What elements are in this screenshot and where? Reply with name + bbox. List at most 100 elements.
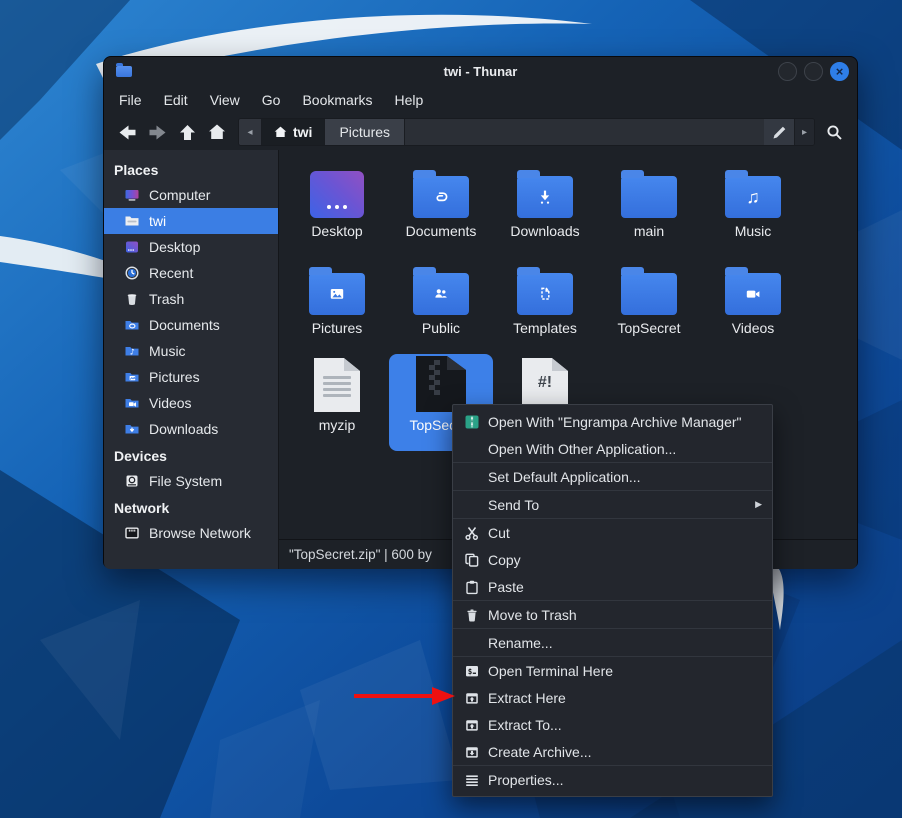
sidebar-item-pictures[interactable]: Pictures (104, 364, 278, 390)
path-button-current[interactable]: twi (262, 119, 324, 145)
window-title: twi - Thunar (104, 64, 857, 79)
sidebar-header-places: Places (104, 158, 278, 182)
titlebar[interactable]: twi - Thunar × (104, 57, 857, 86)
statusbar-text: "TopSecret.zip" | 600 by (289, 547, 432, 562)
home-button[interactable] (202, 118, 232, 146)
paste-icon (463, 578, 480, 595)
menu-bookmarks[interactable]: Bookmarks (291, 88, 383, 112)
menu-go[interactable]: Go (251, 88, 292, 112)
videos-folder-icon (725, 273, 781, 315)
sidebar-item-recent[interactable]: Recent (104, 260, 278, 286)
sidebar-item-videos[interactable]: Videos (104, 390, 278, 416)
file-templates[interactable]: Templates (493, 257, 597, 354)
sidebar-label: Browse Network (149, 525, 251, 541)
properties-icon (463, 771, 480, 788)
sidebar-item-trash[interactable]: Trash (104, 286, 278, 312)
menu-item-open-with-engrampa[interactable]: Open With "Engrampa Archive Manager" (453, 408, 772, 435)
menu-item-move-to-trash[interactable]: Move to Trash (453, 601, 772, 628)
pictures-folder-icon (124, 369, 140, 385)
close-button[interactable]: × (830, 62, 849, 81)
forward-button[interactable] (142, 118, 172, 146)
menubar: File Edit View Go Bookmarks Help (104, 86, 857, 114)
menu-item-extract-to[interactable]: Extract To... (453, 711, 772, 738)
maximize-button[interactable] (804, 62, 823, 81)
music-folder-icon: ♪ (124, 343, 140, 359)
file-videos[interactable]: Videos (701, 257, 805, 354)
menu-item-paste[interactable]: Paste (453, 573, 772, 600)
camera-glyph (744, 285, 762, 303)
path-scroll-right-button[interactable]: ▸ (794, 119, 814, 145)
search-button[interactable] (819, 118, 849, 146)
videos-folder-icon (124, 395, 140, 411)
menu-item-properties[interactable]: Properties... (453, 766, 772, 793)
download-glyph (536, 188, 554, 206)
computer-icon (124, 187, 140, 203)
file-music[interactable]: ♫ Music (701, 160, 805, 257)
menu-item-rename[interactable]: Rename... (453, 629, 772, 656)
file-documents[interactable]: Documents (389, 160, 493, 257)
cut-icon (463, 524, 480, 541)
file-topsecret-folder[interactable]: TopSecret (597, 257, 701, 354)
sidebar-label: Computer (149, 187, 210, 203)
file-desktop[interactable]: Desktop (285, 160, 389, 257)
text-file-icon (314, 358, 360, 412)
forward-icon (148, 124, 167, 141)
path-current-label: twi (293, 124, 312, 140)
sidebar-item-twi[interactable]: twi (104, 208, 278, 234)
menu-item-extract-here[interactable]: Extract Here (453, 684, 772, 711)
path-scroll-left-button[interactable]: ◂ (239, 119, 262, 145)
file-main[interactable]: main (597, 160, 701, 257)
sidebar-item-desktop[interactable]: Desktop (104, 234, 278, 260)
menu-item-set-default-application[interactable]: Set Default Application... (453, 463, 772, 490)
svg-text:$: $ (467, 666, 472, 675)
menu-file[interactable]: File (108, 88, 153, 112)
trash-icon (124, 291, 140, 307)
file-pictures[interactable]: Pictures (285, 257, 389, 354)
path-button-pictures[interactable]: Pictures (324, 119, 405, 145)
engrampa-icon (463, 413, 480, 430)
menu-edit[interactable]: Edit (153, 88, 199, 112)
templates-folder-icon (517, 273, 573, 315)
submenu-arrow-icon: ▶ (755, 499, 762, 510)
menu-item-send-to[interactable]: Send To ▶ (453, 491, 772, 518)
context-menu: Open With "Engrampa Archive Manager" Ope… (452, 404, 773, 797)
file-myzip[interactable]: myzip (285, 354, 389, 451)
menu-item-cut[interactable]: Cut (453, 519, 772, 546)
menu-view[interactable]: View (199, 88, 251, 112)
menu-item-open-terminal-here[interactable]: $ Open Terminal Here (453, 657, 772, 684)
music-folder-icon: ♫ (725, 176, 781, 218)
extract-icon (463, 716, 480, 733)
menu-item-open-with-other[interactable]: Open With Other Application... (453, 435, 772, 462)
file-downloads[interactable]: Downloads (493, 160, 597, 257)
sidebar-label: Music (149, 343, 186, 359)
path-bar[interactable]: ◂ twi Pictures ▸ (238, 118, 815, 146)
back-button[interactable] (112, 118, 142, 146)
documents-folder-icon (413, 176, 469, 218)
sidebar-item-music[interactable]: ♪ Music (104, 338, 278, 364)
extract-icon (463, 689, 480, 706)
file-public[interactable]: Public (389, 257, 493, 354)
path-empty-area[interactable] (405, 119, 764, 145)
menu-help[interactable]: Help (384, 88, 435, 112)
sidebar-item-downloads[interactable]: Downloads (104, 416, 278, 442)
shebang-glyph: #! (522, 374, 568, 392)
path-edit-button[interactable] (764, 119, 794, 145)
template-doc-glyph (536, 285, 554, 303)
sidebar-header-network: Network (104, 496, 278, 520)
home-small-icon (274, 126, 287, 138)
desktop-icon (124, 239, 140, 255)
up-button[interactable] (172, 118, 202, 146)
sidebar-item-computer[interactable]: Computer (104, 182, 278, 208)
sidebar-item-documents[interactable]: Documents (104, 312, 278, 338)
sidebar-header-devices: Devices (104, 444, 278, 468)
copy-icon (463, 551, 480, 568)
sidebar-item-file-system[interactable]: File System (104, 468, 278, 494)
minimize-button[interactable] (778, 62, 797, 81)
menu-item-copy[interactable]: Copy (453, 546, 772, 573)
sidebar-label: Trash (149, 291, 184, 307)
up-icon (179, 124, 196, 141)
menu-item-create-archive[interactable]: Create Archive... (453, 738, 772, 765)
documents-folder-icon (124, 317, 140, 333)
sidebar-item-browse-network[interactable]: Browse Network (104, 520, 278, 546)
sidebar-label: File System (149, 473, 222, 489)
